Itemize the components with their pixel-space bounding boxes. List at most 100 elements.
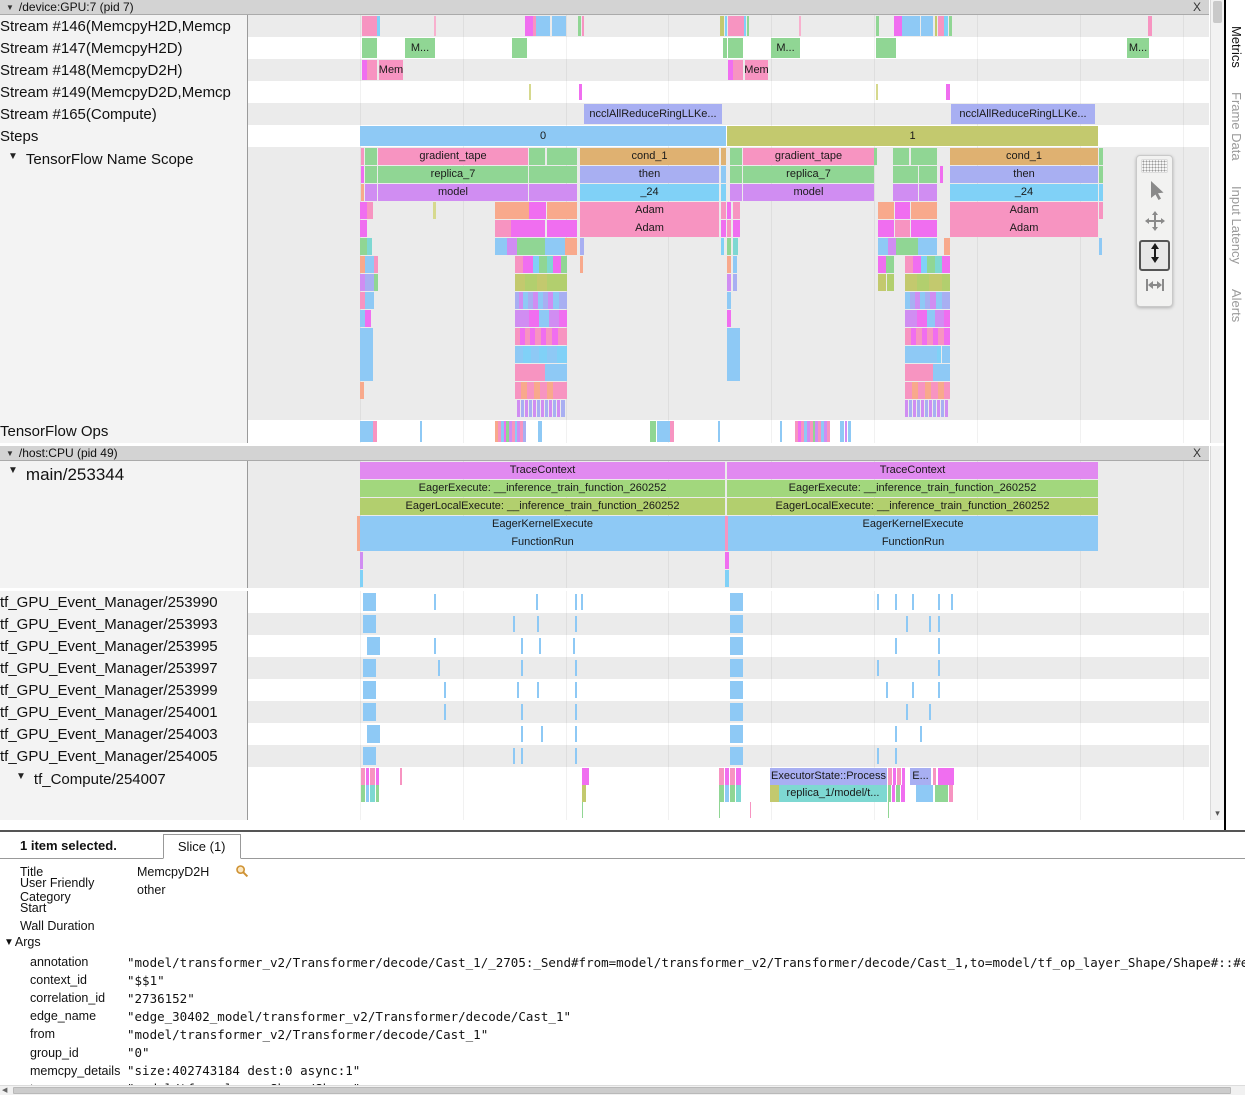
trace-event[interactable] <box>515 274 525 291</box>
trace-event[interactable] <box>902 768 905 785</box>
trace-event[interactable] <box>573 638 575 654</box>
trace-event[interactable]: Adam <box>582 202 717 219</box>
trace-event[interactable] <box>582 785 586 802</box>
trace-event[interactable] <box>1099 238 1102 255</box>
trace-event[interactable] <box>944 328 950 345</box>
trace-event[interactable] <box>905 400 908 417</box>
panel-header-cpu[interactable]: ▼/host:CPU (pid 49)X <box>0 446 1209 461</box>
trace-event[interactable] <box>366 768 369 785</box>
trace-event[interactable] <box>770 785 779 802</box>
trace-event[interactable] <box>434 638 436 654</box>
trace-event[interactable]: FunctionRun <box>728 534 1098 551</box>
trace-event[interactable] <box>730 615 743 633</box>
row-label-event-mgr-253999[interactable]: tf_GPU_Event_Manager/253999 <box>0 679 248 701</box>
trace-event[interactable] <box>1099 202 1103 219</box>
trace-event[interactable] <box>553 400 556 417</box>
trace-event[interactable] <box>361 768 365 785</box>
trace-event[interactable] <box>545 364 567 381</box>
trace-event[interactable] <box>367 238 372 255</box>
trace-event[interactable]: Adam <box>952 220 1096 237</box>
row-track-tf-ops[interactable] <box>248 420 1209 443</box>
trace-event[interactable] <box>938 638 940 654</box>
collapse-arrow-icon[interactable]: ▼ <box>4 937 14 948</box>
trace-event[interactable] <box>515 364 545 381</box>
trace-event[interactable] <box>365 184 377 201</box>
zoom-vertical-tool-button[interactable] <box>1139 240 1170 271</box>
trace-event[interactable] <box>878 238 888 255</box>
trace-event[interactable]: M... <box>405 38 435 58</box>
row-track-tf-name-scope[interactable]: gradient_tapecond_1gradient_tapecond_1re… <box>248 147 1209 420</box>
row-track-steps[interactable]: 01 <box>248 125 1209 147</box>
row-track-stream-146[interactable] <box>248 15 1209 37</box>
trace-event[interactable] <box>575 726 577 742</box>
trace-event[interactable]: EagerExecute: __inference_train_function… <box>360 480 725 497</box>
tab-input-latency[interactable]: Input Latency <box>1229 186 1244 264</box>
trace-event[interactable] <box>547 148 577 165</box>
trace-event[interactable] <box>744 16 746 36</box>
trace-event[interactable] <box>549 400 552 417</box>
scroll-left-arrow-icon[interactable]: ◀ <box>2 1086 7 1095</box>
trace-event[interactable] <box>549 310 559 327</box>
row-label-event-mgr-253993[interactable]: tf_GPU_Event_Manager/253993 <box>0 613 248 635</box>
trace-event[interactable] <box>721 148 726 165</box>
trace-event[interactable] <box>580 256 583 273</box>
trace-event[interactable] <box>1099 148 1103 165</box>
trace-event[interactable] <box>730 747 743 765</box>
trace-event[interactable]: E... <box>910 768 931 785</box>
trace-event[interactable] <box>925 400 928 417</box>
args-section-header[interactable]: ▼ Args <box>4 935 41 949</box>
trace-event[interactable] <box>916 785 933 802</box>
row-track-main-253344[interactable]: TraceContextEagerExecute: __inference_tr… <box>248 461 1209 588</box>
trace-event[interactable] <box>942 346 950 363</box>
trace-event[interactable] <box>941 400 944 417</box>
trace-event[interactable] <box>949 785 953 802</box>
trace-event[interactable] <box>893 184 918 201</box>
trace-event[interactable] <box>547 220 577 237</box>
trace-event[interactable] <box>942 274 950 291</box>
trace-event[interactable] <box>363 615 376 633</box>
trace-event[interactable] <box>912 682 914 698</box>
row-track-event-mgr-253990[interactable] <box>248 591 1209 613</box>
trace-event[interactable] <box>897 768 901 785</box>
trace-event[interactable]: Mem <box>379 60 403 80</box>
trace-event[interactable] <box>360 382 364 399</box>
trace-event[interactable] <box>935 256 942 273</box>
trace-event[interactable] <box>512 38 527 58</box>
trace-event[interactable] <box>935 310 944 327</box>
trace-event[interactable] <box>895 202 910 219</box>
trace-event[interactable] <box>725 552 729 569</box>
trace-event[interactable] <box>896 238 918 255</box>
trace-event[interactable] <box>507 238 517 255</box>
trace-event[interactable] <box>553 256 561 273</box>
trace-event[interactable] <box>361 184 364 201</box>
trace-event[interactable] <box>362 38 377 58</box>
row-track-stream-147[interactable]: M...M...M... <box>248 37 1209 59</box>
trace-event[interactable] <box>537 616 539 632</box>
trace-event[interactable] <box>944 382 950 399</box>
trace-event[interactable] <box>547 346 557 363</box>
trace-event[interactable] <box>547 274 567 291</box>
trace-event[interactable] <box>561 400 565 417</box>
trace-event[interactable] <box>933 364 950 381</box>
trace-event[interactable] <box>525 400 528 417</box>
trace-event[interactable] <box>367 60 377 80</box>
trace-event[interactable] <box>911 148 937 165</box>
trace-event[interactable] <box>495 202 529 219</box>
trace-event[interactable] <box>531 346 539 363</box>
trace-event[interactable] <box>937 400 940 417</box>
trace-event[interactable] <box>918 238 937 255</box>
trace-event[interactable] <box>541 726 543 742</box>
trace-event[interactable] <box>582 768 589 785</box>
row-track-stream-148[interactable]: MemMem <box>248 59 1209 81</box>
trace-event[interactable] <box>917 310 927 327</box>
trace-event[interactable] <box>438 660 440 676</box>
trace-event[interactable] <box>725 570 729 587</box>
trace-event[interactable] <box>878 274 886 291</box>
trace-event[interactable] <box>945 400 948 417</box>
cpu-vertical-scrollbar[interactable]: ▾ <box>1210 446 1224 820</box>
trace-event[interactable] <box>579 84 582 100</box>
trace-event[interactable] <box>730 148 742 165</box>
trace-event[interactable]: 1 <box>727 126 1098 146</box>
trace-event[interactable]: TraceContext <box>727 462 1098 479</box>
trace-event[interactable] <box>848 421 851 442</box>
